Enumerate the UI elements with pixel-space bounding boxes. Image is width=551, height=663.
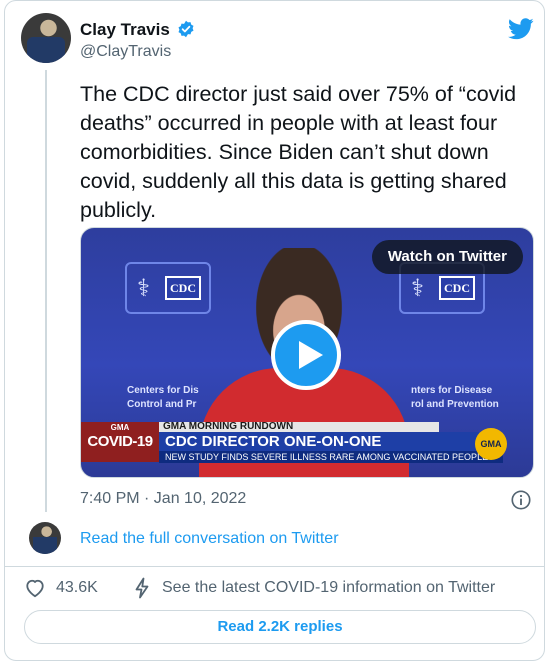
cdc-logo-left: ⚕ CDC xyxy=(125,262,211,314)
author-handle[interactable]: @ClayTravis xyxy=(80,43,171,61)
author-avatar[interactable] xyxy=(21,13,71,63)
read-conversation-link[interactable]: Read the full conversation on Twitter xyxy=(80,530,339,548)
read-replies-button[interactable]: Read 2.2K replies xyxy=(24,610,536,644)
cdc-logo-text: CDC xyxy=(165,276,201,300)
tweet-text: The CDC director just said over 75% of “… xyxy=(80,82,517,222)
bolt-icon xyxy=(135,577,149,599)
info-icon[interactable] xyxy=(510,489,532,511)
like-count[interactable]: 43.6K xyxy=(56,579,98,597)
heart-icon[interactable] xyxy=(24,578,46,598)
chyron-subline: NEW STUDY FINDS SEVERE ILLNESS RARE AMON… xyxy=(159,451,503,463)
cdc-eagle-icon: ⚕ xyxy=(411,275,424,302)
gma-logo: GMA xyxy=(475,428,507,460)
video-thumbnail[interactable]: ⚕ CDC ⚕ CDC Centers for Dis Control and … xyxy=(80,227,534,478)
tweet-timestamp[interactable]: 7:40 PM · Jan 10, 2022 xyxy=(80,490,246,508)
covid-badge: GMA COVID-19 xyxy=(81,422,159,462)
chyron-headline: CDC DIRECTOR ONE-ON-ONE xyxy=(159,432,503,451)
cdc-eagle-icon: ⚕ xyxy=(137,275,150,302)
conversation-avatar[interactable] xyxy=(29,522,61,554)
chyron-show: GMA MORNING RUNDOWN xyxy=(159,422,439,432)
watch-on-twitter-button[interactable]: Watch on Twitter xyxy=(371,240,523,274)
play-icon[interactable] xyxy=(271,320,341,390)
author-name[interactable]: Clay Travis xyxy=(80,20,170,40)
divider xyxy=(4,566,545,567)
news-chyron: GMA COVID-19 GMA MORNING RUNDOWN CDC DIR… xyxy=(81,416,533,468)
verified-badge-icon xyxy=(178,20,194,38)
thread-line xyxy=(45,70,47,512)
badge-big-text: COVID-19 xyxy=(87,433,153,450)
cdc-logo-text: CDC xyxy=(439,276,475,300)
twitter-bird-icon[interactable] xyxy=(508,18,534,40)
covid-info-link[interactable]: See the latest COVID-19 information on T… xyxy=(162,579,495,597)
agency-text-right: nters for Disease rol and Prevention xyxy=(411,385,499,410)
agency-text-left: Centers for Dis Control and Pr xyxy=(127,385,199,410)
badge-small-text: GMA xyxy=(110,423,130,432)
